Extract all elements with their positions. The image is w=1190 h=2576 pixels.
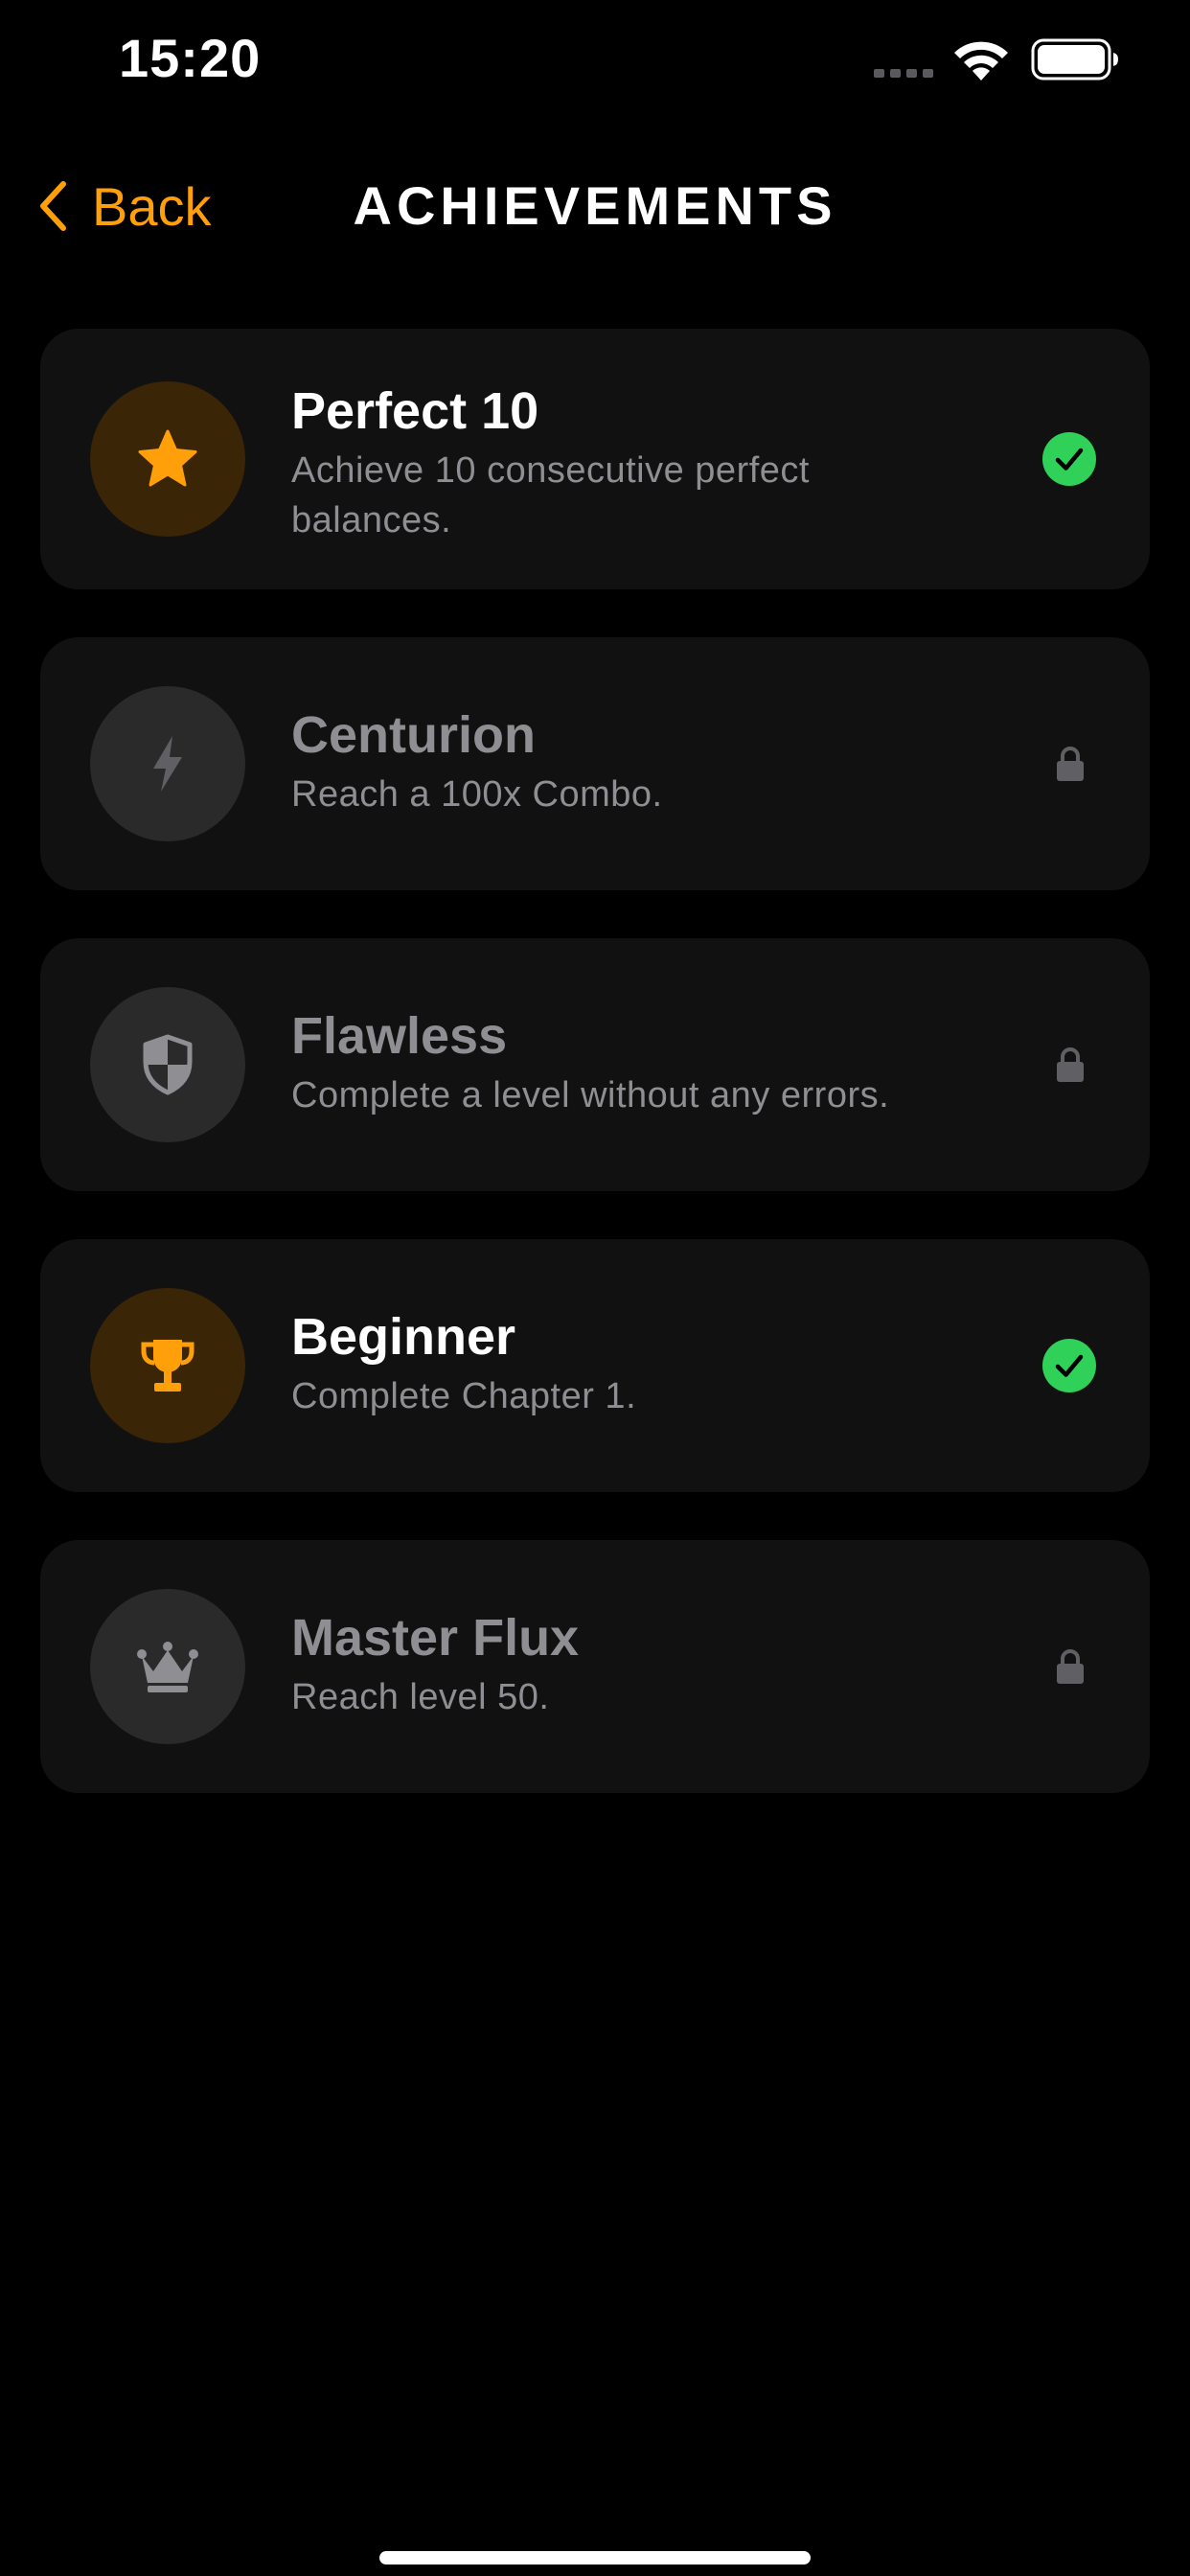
achievement-badge bbox=[90, 987, 245, 1142]
achievement-text: Perfect 10 Achieve 10 consecutive perfec… bbox=[291, 380, 977, 545]
achievement-description: Reach level 50. bbox=[291, 1677, 550, 1717]
achievement-badge bbox=[90, 686, 245, 841]
achievement-title: Master Flux bbox=[291, 1609, 580, 1667]
achievement-text: Beginner Complete Chapter 1. bbox=[291, 1306, 977, 1421]
achievement-card-perfect-10[interactable]: Perfect 10 Achieve 10 consecutive perfec… bbox=[40, 329, 1150, 589]
achievement-card-flawless[interactable]: Flawless Complete a level without any er… bbox=[40, 938, 1150, 1191]
lock-icon bbox=[1057, 747, 1084, 781]
home-indicator[interactable] bbox=[379, 2551, 811, 2564]
achievement-description: Reach a 100x Combo. bbox=[291, 774, 663, 815]
nav-bar: Back ACHIEVEMENTS bbox=[0, 153, 1190, 259]
shield-icon bbox=[143, 1034, 193, 1095]
battery-icon bbox=[1031, 38, 1118, 80]
page-title: ACHIEVEMENTS bbox=[353, 175, 837, 236]
lock-icon bbox=[1057, 1649, 1084, 1684]
wifi-icon bbox=[954, 41, 1008, 80]
checkmark-circle-icon bbox=[1042, 432, 1096, 486]
achievement-badge bbox=[90, 381, 245, 537]
crown-icon bbox=[137, 1642, 198, 1692]
achievement-description: Achieve 10 consecutive perfect balances. bbox=[291, 450, 810, 540]
achievement-description: Complete Chapter 1. bbox=[291, 1376, 637, 1416]
achievement-card-beginner[interactable]: Beginner Complete Chapter 1. bbox=[40, 1239, 1150, 1492]
achievement-title: Centurion bbox=[291, 706, 536, 764]
achievement-text: Centurion Reach a 100x Combo. bbox=[291, 704, 977, 819]
trophy-icon bbox=[141, 1340, 195, 1392]
star-icon bbox=[138, 429, 197, 487]
achievement-title: Beginner bbox=[291, 1308, 516, 1366]
achievement-card-master-flux[interactable]: Master Flux Reach level 50. bbox=[40, 1540, 1150, 1793]
achievement-title: Perfect 10 bbox=[291, 382, 539, 440]
lock-icon bbox=[1057, 1047, 1084, 1082]
achievements-list: Perfect 10 Achieve 10 consecutive perfec… bbox=[40, 329, 1150, 1841]
checkmark-circle-icon bbox=[1042, 1339, 1096, 1392]
achievement-text: Flawless Complete a level without any er… bbox=[291, 1005, 977, 1120]
achievement-text: Master Flux Reach level 50. bbox=[291, 1607, 977, 1722]
status-bar: 15:20 bbox=[0, 0, 1190, 125]
achievement-badge bbox=[90, 1589, 245, 1744]
achievement-description: Complete a level without any errors. bbox=[291, 1075, 890, 1116]
achievement-card-centurion[interactable]: Centurion Reach a 100x Combo. bbox=[40, 637, 1150, 890]
achievement-badge bbox=[90, 1288, 245, 1443]
cellular-signal-icon bbox=[874, 69, 933, 78]
status-time: 15:20 bbox=[119, 28, 262, 88]
achievement-title: Flawless bbox=[291, 1007, 508, 1065]
lightning-bolt-icon bbox=[153, 736, 182, 792]
